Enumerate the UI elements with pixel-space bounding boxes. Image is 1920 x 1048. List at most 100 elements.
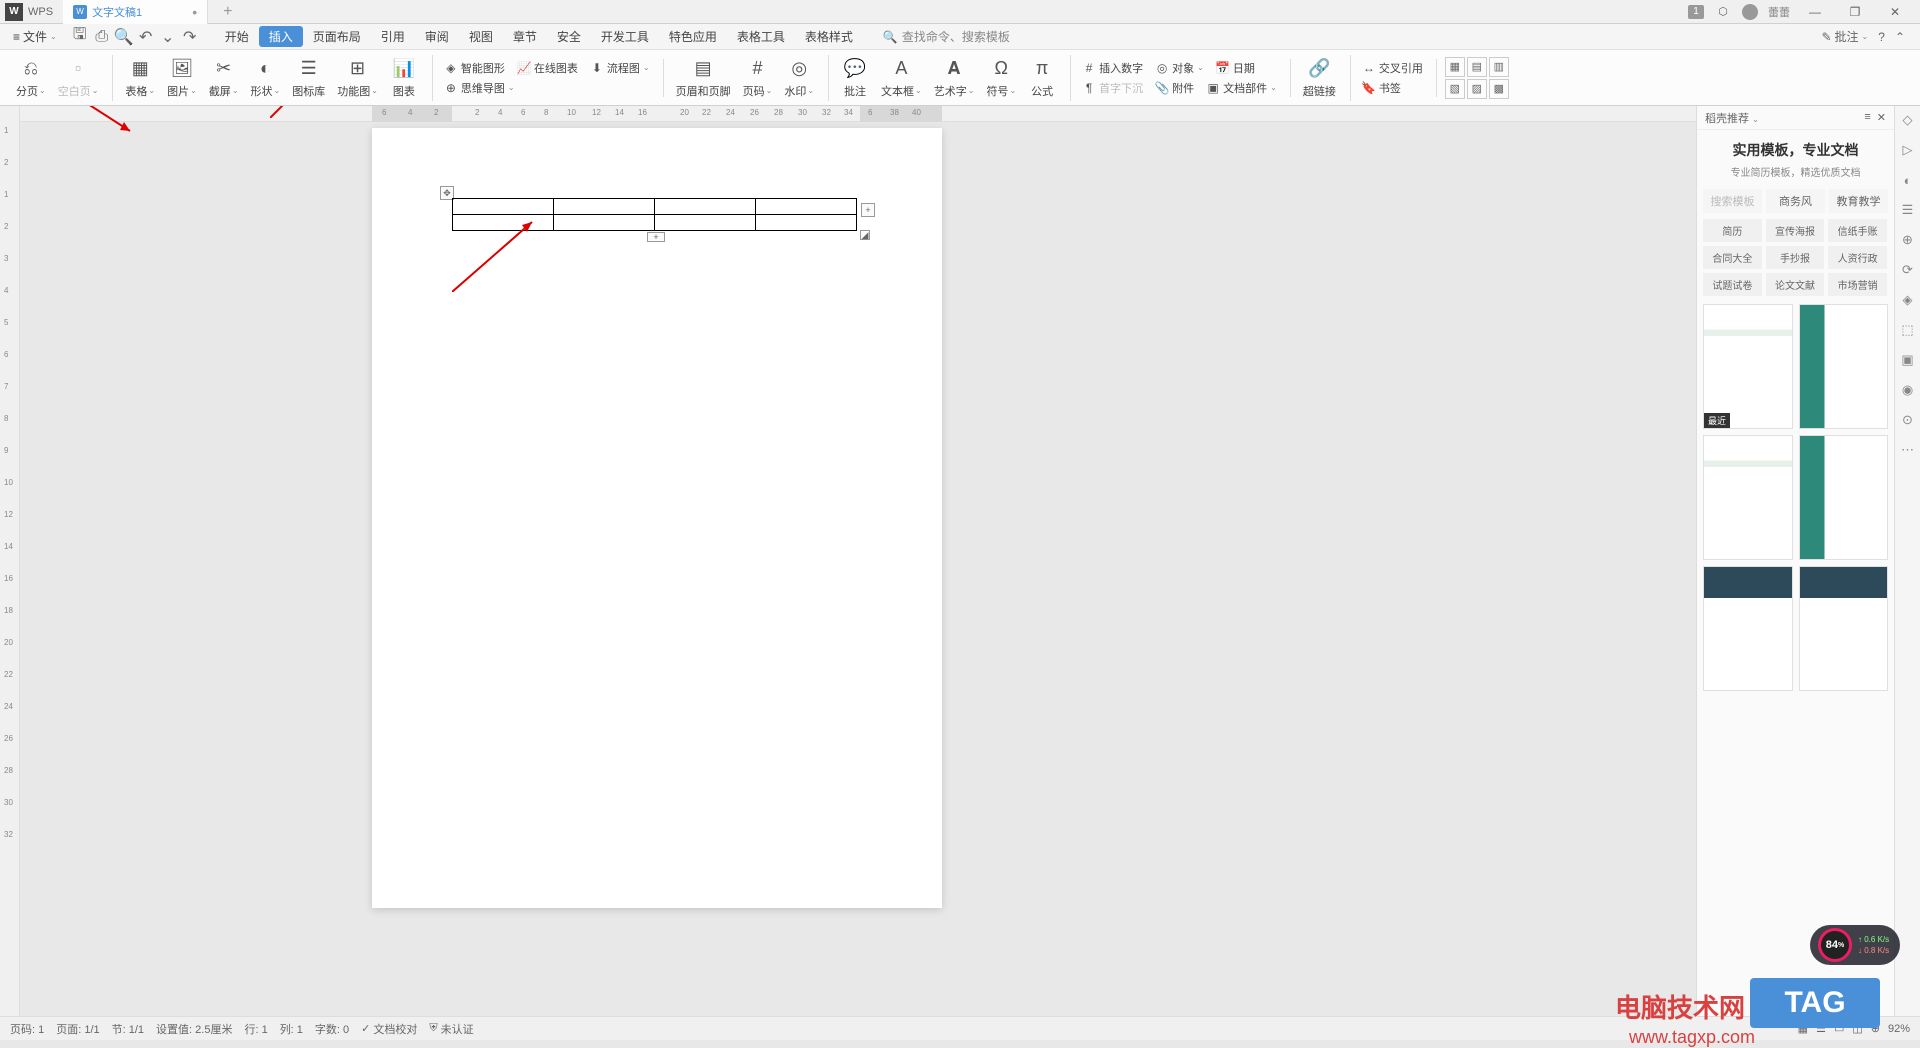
sb-page-code[interactable]: 页码: 1: [10, 1021, 44, 1037]
sb-position[interactable]: 设置值: 2.5厘米: [156, 1021, 232, 1037]
panel-tab-0[interactable]: 搜索模板: [1703, 189, 1762, 213]
sb-cert[interactable]: ⛨未认证: [429, 1021, 473, 1037]
ribbon-日期[interactable]: 📅日期: [1213, 59, 1258, 77]
ribbon-插入数字[interactable]: #插入数字: [1079, 59, 1146, 77]
ribbon-分页[interactable]: ⎌分页⌄: [12, 55, 50, 101]
save-icon[interactable]: 🖫: [71, 28, 89, 46]
ribbon-超链接[interactable]: 🔗超链接: [1299, 55, 1340, 101]
table-add-row-handle[interactable]: +: [647, 232, 665, 242]
template-thumb[interactable]: [1799, 435, 1889, 560]
ribbon-附件[interactable]: 📎附件: [1152, 79, 1197, 97]
menu-tab-表格工具[interactable]: 表格工具: [727, 26, 795, 47]
tag-市场营销[interactable]: 市场营销: [1828, 273, 1887, 296]
layout-icon[interactable]: ▤: [1467, 57, 1487, 77]
document-table[interactable]: [452, 198, 857, 231]
sidebar-icon-7[interactable]: ⬚: [1899, 321, 1917, 339]
sb-column[interactable]: 列: 1: [280, 1021, 303, 1037]
approve-button[interactable]: ✎ 批注 ⌄: [1821, 28, 1868, 45]
panel-header-title[interactable]: 稻壳推荐 ⌄: [1705, 110, 1759, 126]
tag-人资行政[interactable]: 人资行政: [1828, 246, 1887, 269]
template-thumb[interactable]: [1703, 566, 1793, 691]
sidebar-icon-6[interactable]: ◈: [1899, 291, 1917, 309]
redo-icon[interactable]: ↷: [181, 28, 199, 46]
document-page[interactable]: ✥ + ◢ +: [372, 128, 942, 908]
layout-icon[interactable]: ▥: [1489, 57, 1509, 77]
sb-section[interactable]: 节: 1/1: [112, 1021, 144, 1037]
print-icon[interactable]: ⎙: [93, 28, 111, 46]
document-tab[interactable]: 文字文稿1 •: [63, 0, 208, 24]
file-menu[interactable]: ≡ 文件 ⌄: [5, 28, 65, 45]
menu-tab-审阅[interactable]: 审阅: [415, 26, 459, 47]
ribbon-对象[interactable]: ◎对象⌄: [1152, 59, 1207, 77]
menu-tab-开始[interactable]: 开始: [215, 26, 259, 47]
notification-badge[interactable]: 1: [1688, 5, 1704, 19]
sidebar-icon-10[interactable]: ⊙: [1899, 411, 1917, 429]
sidebar-icon-9[interactable]: ◉: [1899, 381, 1917, 399]
layout-icon[interactable]: ▦: [1445, 57, 1465, 77]
ribbon-截屏[interactable]: ✂截屏⌄: [205, 55, 243, 101]
template-thumb[interactable]: [1703, 435, 1793, 560]
sb-words[interactable]: 字数: 0: [315, 1021, 349, 1037]
zoom-value[interactable]: 92%: [1888, 1023, 1910, 1035]
ribbon-文档部件[interactable]: ▣文档部件⌄: [1203, 79, 1280, 97]
sb-line[interactable]: 行: 1: [244, 1021, 267, 1037]
tag-试题试卷[interactable]: 试题试卷: [1703, 273, 1762, 296]
ribbon-批注[interactable]: 💬批注: [837, 55, 873, 101]
sb-page[interactable]: 页面: 1/1: [56, 1021, 99, 1037]
template-thumb[interactable]: [1799, 566, 1889, 691]
ribbon-图标库[interactable]: ☰图标库: [288, 55, 329, 101]
menu-tab-引用[interactable]: 引用: [371, 26, 415, 47]
skin-icon[interactable]: ⬡: [1714, 3, 1732, 21]
ribbon-流程图[interactable]: ⬇流程图⌄: [587, 59, 653, 77]
panel-settings-icon[interactable]: ≡: [1864, 111, 1870, 124]
ribbon-形状[interactable]: ◐形状⌄: [247, 55, 285, 101]
new-tab-button[interactable]: +: [208, 3, 247, 21]
ribbon-文本框[interactable]: A文本框⌄: [877, 55, 926, 101]
sidebar-icon-4[interactable]: ⊕: [1899, 231, 1917, 249]
collapse-ribbon-button[interactable]: ⌃: [1895, 30, 1905, 44]
tag-简历[interactable]: 简历: [1703, 219, 1762, 242]
template-thumb[interactable]: 最近: [1703, 304, 1793, 429]
tag-手抄报[interactable]: 手抄报: [1766, 246, 1825, 269]
vertical-ruler[interactable]: 12123456789101214161820222426283032: [0, 106, 20, 1016]
ribbon-公式[interactable]: π公式: [1024, 55, 1060, 101]
command-search[interactable]: 🔍 查找命令、 搜索模板: [883, 28, 1010, 45]
menu-tab-表格样式[interactable]: 表格样式: [795, 26, 863, 47]
ribbon-首字下沉[interactable]: ¶首字下沉: [1079, 79, 1146, 97]
layout-icon[interactable]: ▩: [1489, 79, 1509, 99]
ribbon-交叉引用[interactable]: ↔交叉引用: [1359, 59, 1426, 77]
menu-tab-开发工具[interactable]: 开发工具: [591, 26, 659, 47]
menu-tab-视图[interactable]: 视图: [459, 26, 503, 47]
ribbon-功能图[interactable]: ⊞功能图⌄: [333, 55, 382, 101]
panel-tab-2[interactable]: 教育教学: [1829, 189, 1888, 213]
tag-信纸手账[interactable]: 信纸手账: [1828, 219, 1887, 242]
ribbon-图表[interactable]: 📊图表: [386, 55, 422, 101]
ribbon-书签[interactable]: 🔖书签: [1359, 79, 1404, 97]
menu-tab-插入[interactable]: 插入: [259, 26, 303, 47]
horizontal-ruler[interactable]: 642246810121416202224262830323463840: [20, 106, 1696, 122]
menu-tab-特色应用[interactable]: 特色应用: [659, 26, 727, 47]
template-thumb[interactable]: [1799, 304, 1889, 429]
menu-tab-安全[interactable]: 安全: [547, 26, 591, 47]
layout-icon[interactable]: ▨: [1467, 79, 1487, 99]
user-avatar-icon[interactable]: [1742, 4, 1758, 20]
undo-caret[interactable]: ⌄: [159, 28, 177, 46]
tag-宣传海报[interactable]: 宣传海报: [1766, 219, 1825, 242]
tag-合同大全[interactable]: 合同大全: [1703, 246, 1762, 269]
sidebar-icon-8[interactable]: ▣: [1899, 351, 1917, 369]
help-button[interactable]: ?: [1878, 30, 1885, 44]
layout-icon[interactable]: ▧: [1445, 79, 1465, 99]
ribbon-智能图形[interactable]: ◈智能图形: [441, 59, 508, 77]
menu-tab-章节[interactable]: 章节: [503, 26, 547, 47]
panel-tab-1[interactable]: 商务风: [1766, 189, 1825, 213]
ribbon-空白页[interactable]: ▫空白页⌄: [54, 55, 103, 101]
maximize-button[interactable]: ❐: [1840, 2, 1870, 22]
panel-close-icon[interactable]: ✕: [1877, 111, 1886, 124]
sidebar-icon-5[interactable]: ⟳: [1899, 261, 1917, 279]
close-button[interactable]: ✕: [1880, 2, 1910, 22]
ribbon-思维导图[interactable]: ⊕思维导图⌄: [441, 79, 518, 97]
tag-论文文献[interactable]: 论文文献: [1766, 273, 1825, 296]
minimize-button[interactable]: —: [1800, 2, 1830, 22]
ribbon-页码[interactable]: #页码⌄: [739, 55, 777, 101]
ribbon-符号[interactable]: Ω符号⌄: [982, 55, 1020, 101]
